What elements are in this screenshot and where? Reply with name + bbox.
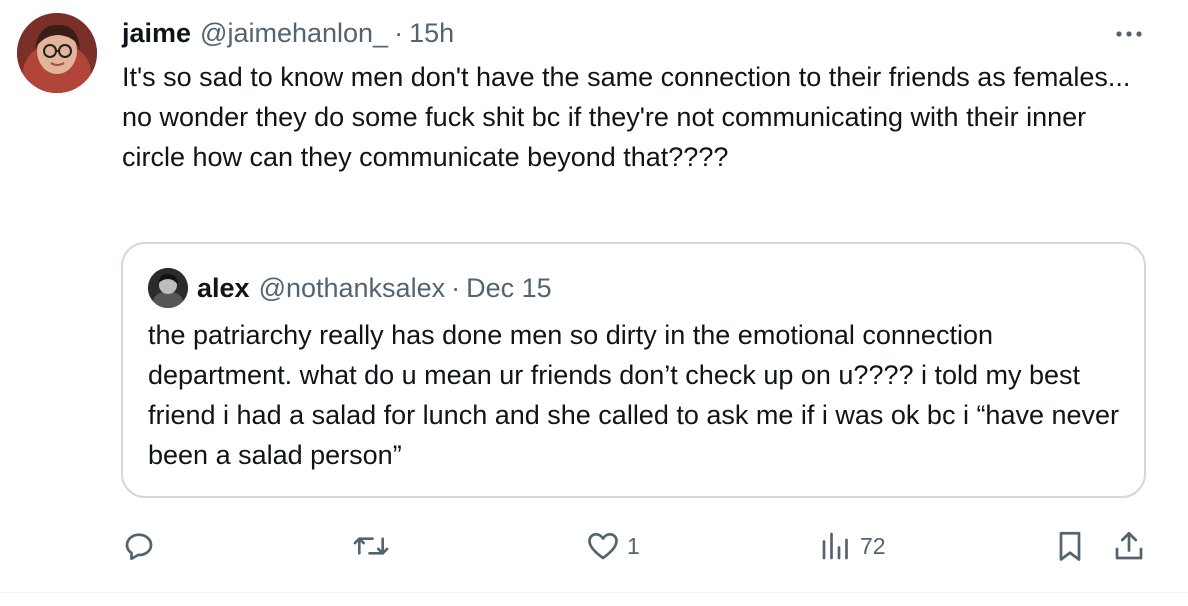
tweet-time[interactable]: 15h: [409, 18, 454, 49]
like-button[interactable]: 1: [585, 521, 640, 571]
quoted-tweet[interactable]: alex @nothanksalex · Dec 15 the patriarc…: [121, 242, 1146, 498]
quoted-author-avatar[interactable]: [148, 268, 188, 308]
divider: [0, 592, 1188, 593]
reply-icon: [121, 528, 157, 564]
share-button[interactable]: [1111, 521, 1147, 571]
heart-icon: [585, 528, 621, 564]
separator-dot: ·: [394, 17, 404, 48]
tweet-text: It's so sad to know men don't have the s…: [122, 62, 1131, 172]
views-count: 72: [860, 532, 886, 559]
author-name[interactable]: jaime: [122, 18, 191, 49]
retweet-button[interactable]: [352, 521, 396, 571]
views-button[interactable]: 72: [818, 521, 886, 571]
tweet-header: jaime @jaimehanlon_ · 15h: [122, 14, 454, 52]
bookmark-icon: [1052, 528, 1088, 564]
more-options-icon[interactable]: [1112, 19, 1146, 49]
retweet-icon: [352, 528, 390, 564]
action-bar: 1 72: [0, 521, 1188, 571]
quoted-tweet-header: alex @nothanksalex · Dec 15: [197, 268, 552, 308]
quoted-author-handle[interactable]: @nothanksalex: [259, 273, 446, 304]
author-avatar[interactable]: [17, 13, 97, 93]
share-icon: [1111, 528, 1147, 564]
quoted-author-name[interactable]: alex: [197, 273, 250, 304]
author-handle[interactable]: @jaimehanlon_: [200, 18, 388, 49]
views-icon: [818, 528, 854, 564]
reply-button[interactable]: [121, 521, 163, 571]
quoted-tweet-text: the patriarchy really has done men so di…: [148, 320, 1120, 470]
bookmark-button[interactable]: [1052, 521, 1088, 571]
separator-dot: ·: [451, 272, 461, 303]
quoted-tweet-date[interactable]: Dec 15: [466, 273, 552, 304]
like-count: 1: [627, 532, 640, 559]
